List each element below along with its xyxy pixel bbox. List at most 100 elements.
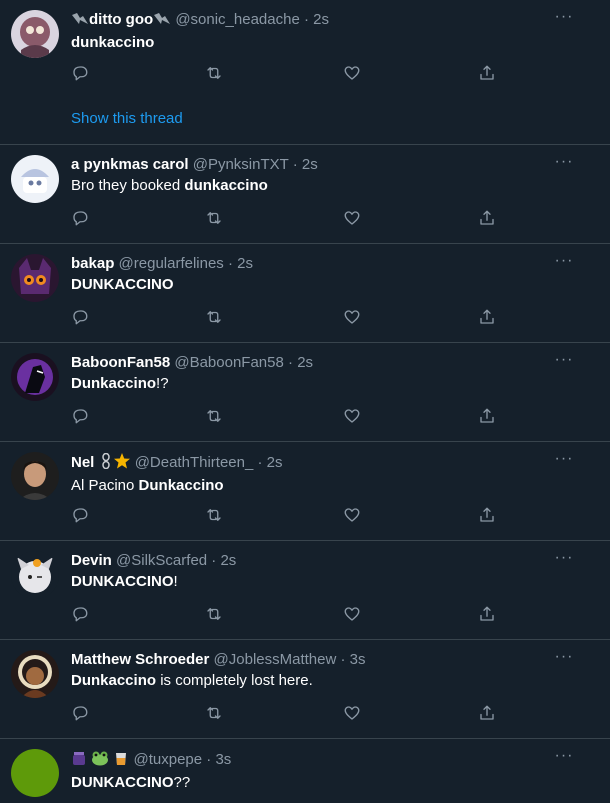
tweet-text: DUNKACCINO <box>71 275 590 295</box>
tweet-actions <box>71 506 511 526</box>
timestamp[interactable]: 2s <box>237 255 253 272</box>
more-options-icon[interactable]: ··· <box>554 649 574 665</box>
tweet[interactable]: Nel @DeathThirteen_ · 2s Al Pacino Dunka… <box>0 442 610 541</box>
retweet-icon[interactable] <box>205 704 225 724</box>
like-heart-icon[interactable] <box>343 704 363 724</box>
reply-icon[interactable] <box>71 704 91 724</box>
timeline-feed: ditto goo @sonic_headache · 2s dunkaccin… <box>0 0 610 803</box>
separator-dot: · <box>206 751 212 768</box>
separator-dot: · <box>227 255 233 272</box>
avatar[interactable] <box>11 353 59 401</box>
like-heart-icon[interactable] <box>343 308 363 328</box>
like-heart-icon[interactable] <box>343 506 363 526</box>
share-icon[interactable] <box>478 308 498 328</box>
handle[interactable]: @tuxpepe <box>134 751 203 768</box>
handle[interactable]: @SilkScarfed <box>116 552 207 569</box>
separator-dot: · <box>303 11 309 28</box>
tweet-text-highlight: dunkaccino <box>184 177 268 194</box>
tweet-text: Dunkaccino is completely lost here. <box>71 671 590 691</box>
avatar[interactable] <box>11 10 59 58</box>
timestamp[interactable]: 3s <box>350 651 366 668</box>
tweet[interactable]: a pynkmas carol @PynksinTXT · 2s Bro the… <box>0 145 610 244</box>
handle[interactable]: @sonic_headache <box>175 11 299 28</box>
timestamp[interactable]: 2s <box>313 11 329 28</box>
avatar[interactable] <box>11 452 59 500</box>
star-emoji-icon <box>113 453 131 474</box>
timestamp[interactable]: 3s <box>215 751 231 768</box>
retweet-icon[interactable] <box>205 308 225 328</box>
tweet-text-highlight: Dunkaccino <box>138 477 224 494</box>
tweet[interactable]: @tuxpepe · 3s DUNKACCINO?? ··· <box>0 739 610 803</box>
show-thread-link[interactable]: Show this thread <box>71 110 183 127</box>
reply-icon[interactable] <box>71 407 91 427</box>
handle[interactable]: @JoblessMatthew <box>214 651 337 668</box>
tweet-text-highlight: Dunkaccino <box>71 672 157 689</box>
share-icon[interactable] <box>478 407 498 427</box>
reply-icon[interactable] <box>71 308 91 328</box>
more-options-icon[interactable]: ··· <box>554 253 574 269</box>
like-heart-icon[interactable] <box>343 605 363 625</box>
reply-icon[interactable] <box>71 605 91 625</box>
handle[interactable]: @regularfelines <box>119 255 224 272</box>
share-icon[interactable] <box>478 209 498 229</box>
timestamp[interactable]: 2s <box>220 552 236 569</box>
display-name[interactable]: bakap <box>71 255 114 272</box>
more-options-icon[interactable]: ··· <box>554 748 574 764</box>
share-icon[interactable] <box>478 64 498 84</box>
retweet-icon[interactable] <box>205 209 225 229</box>
reply-icon[interactable] <box>71 209 91 229</box>
timestamp[interactable]: 2s <box>302 156 318 173</box>
tweet-actions <box>71 209 511 229</box>
retweet-icon[interactable] <box>205 605 225 625</box>
display-name[interactable]: Nel <box>71 454 94 471</box>
tweet-text: Al Pacino Dunkaccino <box>71 476 590 496</box>
timestamp[interactable]: 2s <box>267 454 283 471</box>
display-name[interactable]: ditto goo <box>89 11 153 28</box>
share-icon[interactable] <box>478 605 498 625</box>
separator-dot: · <box>288 354 294 371</box>
reply-icon[interactable] <box>71 506 91 526</box>
tweet-text-post: is completely lost here. <box>156 672 313 689</box>
retweet-icon[interactable] <box>205 407 225 427</box>
tweet[interactable]: Devin @SilkScarfed · 2s DUNKACCINO! ··· <box>0 541 610 640</box>
avatar[interactable] <box>11 155 59 203</box>
separator-dot: · <box>211 552 217 569</box>
handle[interactable]: @DeathThirteen_ <box>135 454 254 471</box>
tweet-actions <box>71 308 511 328</box>
like-heart-icon[interactable] <box>343 209 363 229</box>
avatar[interactable] <box>11 749 59 797</box>
avatar[interactable] <box>11 650 59 698</box>
avatar[interactable] <box>11 254 59 302</box>
tweet[interactable]: BaboonFan58 @BaboonFan58 · 2s Dunkaccino… <box>0 343 610 442</box>
display-name[interactable]: Matthew Schroeder <box>71 651 209 668</box>
more-options-icon[interactable]: ··· <box>554 550 574 566</box>
retweet-icon[interactable] <box>205 64 225 84</box>
tweet-actions <box>71 704 511 724</box>
more-options-icon[interactable]: ··· <box>554 451 574 467</box>
display-name[interactable]: a pynkmas carol <box>71 156 189 173</box>
timestamp[interactable]: 2s <box>297 354 313 371</box>
reply-icon[interactable] <box>71 64 91 84</box>
handle[interactable]: @BaboonFan58 <box>174 354 283 371</box>
separator-dot: · <box>292 156 298 173</box>
handle[interactable]: @PynksinTXT <box>193 156 289 173</box>
like-heart-icon[interactable] <box>343 407 363 427</box>
tweet[interactable]: ditto goo @sonic_headache · 2s dunkaccin… <box>0 0 610 145</box>
more-options-icon[interactable]: ··· <box>554 352 574 368</box>
more-options-icon[interactable]: ··· <box>554 154 574 170</box>
jar-emoji-icon <box>71 750 87 771</box>
avatar[interactable] <box>11 551 59 599</box>
tweet[interactable]: Matthew Schroeder @JoblessMatthew · 3s D… <box>0 640 610 739</box>
share-icon[interactable] <box>478 704 498 724</box>
more-options-icon[interactable]: ··· <box>554 9 574 25</box>
tweet-text-highlight: Dunkaccino <box>71 375 157 392</box>
tweet-text: Bro they booked dunkaccino <box>71 176 590 196</box>
display-name[interactable]: BaboonFan58 <box>71 354 170 371</box>
retweet-icon[interactable] <box>205 506 225 526</box>
tweet[interactable]: bakap @regularfelines · 2s DUNKACCINO ··… <box>0 244 610 343</box>
tweet-text-highlight: dunkaccino <box>71 34 155 51</box>
like-heart-icon[interactable] <box>343 64 363 84</box>
share-icon[interactable] <box>478 506 498 526</box>
tweet-text-highlight: DUNKACCINO <box>71 774 174 791</box>
display-name[interactable]: Devin <box>71 552 112 569</box>
